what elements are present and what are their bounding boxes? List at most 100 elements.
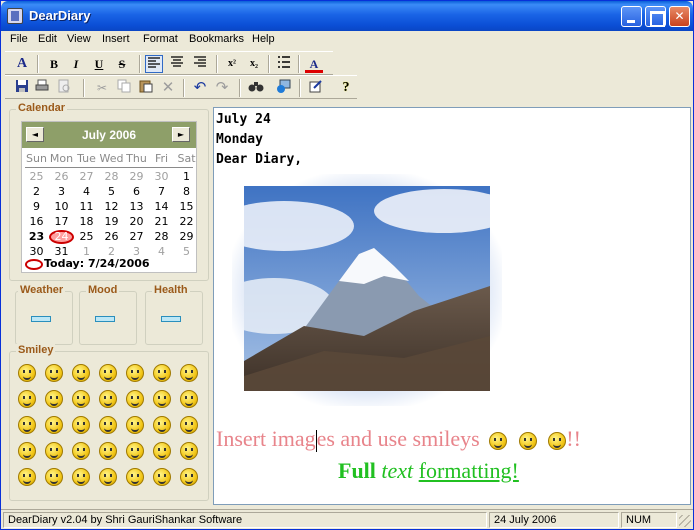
calendar-day[interactable]: 5 [99, 185, 124, 198]
bold-button[interactable]: B [45, 55, 63, 73]
calendar-day[interactable]: 18 [74, 215, 99, 228]
smiley-icon[interactable] [72, 364, 90, 382]
calendar-day[interactable]: 7 [149, 185, 174, 198]
calendar-day[interactable]: 13 [124, 200, 149, 213]
smiley-icon[interactable] [180, 390, 198, 408]
calendar-day[interactable]: 27 [124, 230, 149, 243]
calendar-day[interactable]: 4 [149, 245, 174, 258]
smiley-icon[interactable] [126, 364, 144, 382]
smiley-icon[interactable] [126, 442, 144, 460]
today-link[interactable]: Today: 7/24/2006 [44, 257, 150, 270]
calendar-day[interactable]: 3 [49, 185, 74, 198]
save-icon[interactable] [13, 79, 31, 97]
menu-edit[interactable]: Edit [38, 33, 57, 45]
print-icon[interactable] [33, 79, 51, 97]
menu-format[interactable]: Format [143, 33, 178, 45]
smiley-icon[interactable] [18, 364, 36, 382]
health-indicator[interactable] [161, 316, 181, 322]
calendar-day[interactable]: 15 [174, 200, 199, 213]
menu-view[interactable]: View [67, 33, 91, 45]
calendar-day[interactable]: 25 [24, 170, 49, 183]
calendar-day[interactable]: 14 [149, 200, 174, 213]
find-icon[interactable] [247, 79, 265, 97]
smiley-icon[interactable] [99, 442, 117, 460]
smiley-icon[interactable] [18, 390, 36, 408]
title-bar[interactable]: DearDiary ✕ [1, 1, 693, 31]
prev-month-button[interactable]: ◄ [26, 127, 44, 142]
resize-grip[interactable] [679, 515, 691, 527]
calendar-day[interactable]: 20 [124, 215, 149, 228]
bullets-icon[interactable] [275, 55, 293, 73]
smiley-icon[interactable] [72, 468, 90, 486]
calendar-day[interactable]: 24 [49, 230, 74, 244]
smiley-icon[interactable] [99, 468, 117, 486]
superscript-button[interactable]: x² [223, 55, 241, 73]
smiley-icon[interactable] [45, 416, 63, 434]
calendar-day[interactable]: 8 [174, 185, 199, 198]
calendar-day[interactable]: 17 [49, 215, 74, 228]
align-right-icon[interactable] [191, 55, 209, 73]
menu-bookmarks[interactable]: Bookmarks [189, 33, 244, 45]
edit-icon[interactable] [307, 79, 325, 97]
insert-image-icon[interactable] [275, 79, 293, 97]
print-preview-icon[interactable] [55, 79, 73, 97]
undo-icon[interactable]: ↶ [191, 79, 209, 97]
smiley-icon[interactable] [180, 442, 198, 460]
smiley-icon[interactable] [180, 364, 198, 382]
calendar-day[interactable]: 9 [24, 200, 49, 213]
smiley-icon[interactable] [153, 364, 171, 382]
menu-help[interactable]: Help [252, 33, 275, 45]
maximize-button[interactable] [645, 6, 666, 27]
inserted-image[interactable] [232, 174, 502, 406]
smiley-icon[interactable] [153, 442, 171, 460]
smiley-icon[interactable] [99, 364, 117, 382]
smiley-icon[interactable] [18, 468, 36, 486]
calendar-day[interactable]: 28 [149, 230, 174, 243]
calendar-day[interactable]: 10 [49, 200, 74, 213]
smiley-icon[interactable] [126, 416, 144, 434]
font-icon[interactable]: A [13, 55, 31, 73]
font-color-button[interactable]: A [305, 55, 323, 73]
calendar-day[interactable]: 29 [124, 170, 149, 183]
smiley-icon[interactable] [72, 416, 90, 434]
smiley-icon[interactable] [180, 416, 198, 434]
calendar-day[interactable]: 19 [99, 215, 124, 228]
calendar-day[interactable]: 29 [174, 230, 199, 243]
help-icon[interactable]: ? [337, 79, 355, 97]
smiley-icon[interactable] [126, 468, 144, 486]
align-center-icon[interactable] [168, 55, 186, 73]
smiley-icon[interactable] [72, 442, 90, 460]
calendar-day[interactable]: 4 [74, 185, 99, 198]
smiley-icon[interactable] [99, 416, 117, 434]
smiley-icon[interactable] [72, 390, 90, 408]
subscript-button[interactable]: x₂ [245, 55, 263, 73]
calendar-day[interactable]: 22 [174, 215, 199, 228]
smiley-icon[interactable] [153, 390, 171, 408]
calendar-day[interactable]: 12 [99, 200, 124, 213]
calendar-day[interactable]: 27 [74, 170, 99, 183]
menu-insert[interactable]: Insert [102, 33, 130, 45]
smiley-icon[interactable] [126, 390, 144, 408]
strikethrough-button[interactable]: S [113, 55, 131, 73]
calendar-day[interactable]: 23 [24, 230, 49, 243]
smiley-icon[interactable] [153, 416, 171, 434]
underline-button[interactable]: U [90, 55, 108, 73]
diary-editor[interactable]: July 24 Monday Dear Diary, Insert images… [213, 107, 691, 505]
next-month-button[interactable]: ► [172, 127, 190, 142]
paste-icon[interactable] [137, 79, 155, 97]
smiley-icon[interactable] [18, 416, 36, 434]
mood-indicator[interactable] [95, 316, 115, 322]
calendar-day[interactable]: 25 [74, 230, 99, 243]
calendar-day[interactable]: 30 [149, 170, 174, 183]
minimize-button[interactable] [621, 6, 642, 27]
menu-file[interactable]: File [10, 33, 28, 45]
calendar-day[interactable]: 5 [174, 245, 199, 258]
calendar-day[interactable]: 28 [99, 170, 124, 183]
delete-icon[interactable]: ✕ [159, 79, 177, 97]
copy-icon[interactable] [115, 79, 133, 97]
calendar-day[interactable]: 11 [74, 200, 99, 213]
smiley-icon[interactable] [45, 390, 63, 408]
weather-indicator[interactable] [31, 316, 51, 322]
calendar-day[interactable]: 26 [49, 170, 74, 183]
calendar-day[interactable]: 6 [124, 185, 149, 198]
